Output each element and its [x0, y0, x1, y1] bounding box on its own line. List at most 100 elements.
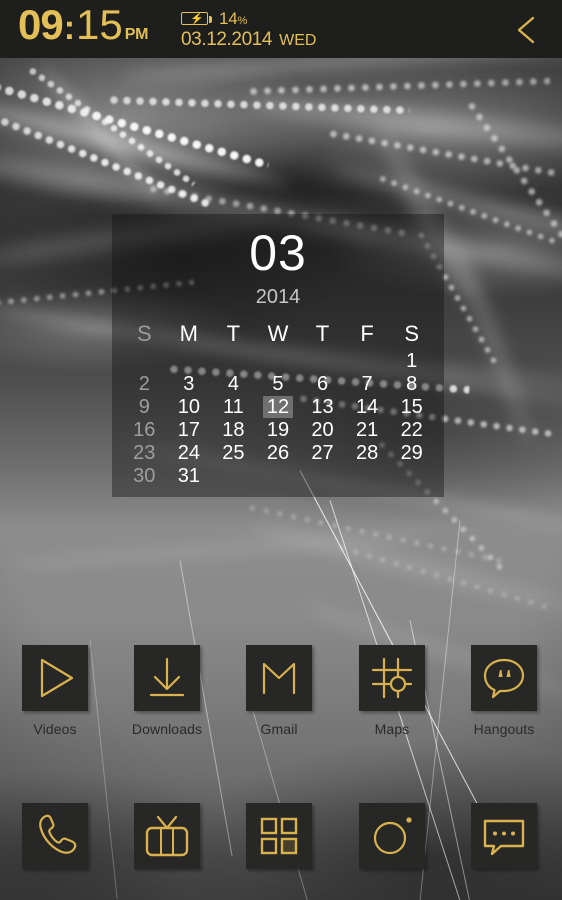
calendar-day-cell[interactable]: 18 [211, 418, 256, 441]
app-icon-camera[interactable] [336, 803, 448, 869]
app-icon-label: Maps [374, 721, 410, 737]
calendar-week-row: 1 [122, 349, 434, 372]
calendar-day-empty [300, 464, 345, 487]
app-icon-maps[interactable]: Maps [336, 645, 448, 737]
calendar-day-cell[interactable]: 16 [122, 418, 167, 441]
calendar-day-number: 19 [266, 418, 290, 441]
home-screen: 09:15 PM ⚡ 14% 03.12.2014 WED 03 2014 SMTW… [0, 0, 562, 900]
calendar-day-cell[interactable]: 9 [122, 395, 167, 418]
calendar-day-number: 1 [406, 349, 418, 372]
calendar-day-cell[interactable]: 15 [389, 395, 434, 418]
calendar-day-number: 11 [223, 395, 244, 418]
calendar-widget[interactable]: 03 2014 SMTWTFS 1 2 3 4 5 6 7 8 9 10 11 12 13 14 15 16 1… [112, 214, 444, 497]
clock-widget[interactable]: 09:15 PM [18, 4, 148, 46]
calendar-year-label: 2014 [255, 286, 301, 308]
calendar-day-number: 21 [355, 418, 379, 441]
maps-grid-pin-icon[interactable] [359, 645, 425, 711]
gmail-m-icon[interactable] [246, 645, 312, 711]
web-strand [248, 520, 562, 615]
play-triangle-icon[interactable] [22, 645, 88, 711]
calendar-day-empty [300, 349, 345, 372]
calendar-day-cell[interactable]: 19 [256, 418, 301, 441]
calendar-weekday-header: F [360, 321, 374, 346]
app-icon-downloads[interactable]: Downloads [111, 645, 223, 737]
status-bar: 09:15 PM ⚡ 14% 03.12.2014 WED [0, 0, 562, 58]
calendar-day-cell[interactable]: 23 [122, 441, 167, 464]
calendar-day-cell[interactable]: 20 [300, 418, 345, 441]
app-drawer-grid-icon[interactable] [246, 803, 312, 869]
calendar-day-cell[interactable]: 3 [167, 372, 212, 395]
calendar-day-cell[interactable]: 28 [345, 441, 390, 464]
calendar-day-empty [256, 349, 301, 372]
calendar-day-cell[interactable]: 22 [389, 418, 434, 441]
dew-bead-row [0, 78, 270, 170]
app-icon-phone[interactable] [0, 803, 111, 869]
app-icon-label: Gmail [260, 721, 298, 737]
calendar-day-number: 13 [311, 395, 334, 418]
calendar-day-cell[interactable]: 11 [211, 395, 256, 418]
calendar-day-cell[interactable]: 21 [345, 418, 390, 441]
app-icon-app-drawer[interactable] [223, 803, 335, 869]
calendar-day-number: 17 [177, 418, 200, 441]
calendar-week-row: 2 3 4 5 6 7 8 [122, 372, 434, 395]
dew-bead-row [109, 96, 410, 115]
calendar-day-number [218, 365, 248, 367]
calendar-day-cell[interactable]: 13 [300, 395, 345, 418]
app-icon-videos[interactable]: Videos [0, 645, 111, 737]
calendar-day-cell[interactable]: 4 [211, 372, 256, 395]
calendar-day-empty [122, 349, 167, 372]
calendar-day-cell[interactable]: 27 [300, 441, 345, 464]
dock-row [0, 803, 562, 878]
calendar-day-number: 15 [400, 395, 423, 418]
calendar-day-number: 23 [133, 441, 156, 464]
calendar-weekday-header: T [226, 321, 241, 346]
calendar-day-number: 14 [355, 395, 379, 418]
television-icon[interactable] [134, 803, 200, 869]
back-chevron-icon[interactable] [512, 14, 542, 46]
calendar-day-cell[interactable]: 25 [211, 441, 256, 464]
calendar-day-cell[interactable]: 17 [167, 418, 212, 441]
app-icon-label: Downloads [131, 721, 203, 737]
battery-charging-icon: ⚡ [181, 11, 213, 27]
camera-lens-icon[interactable] [359, 803, 425, 869]
calendar-day-number: 29 [400, 441, 423, 464]
calendar-day-number: 20 [311, 418, 334, 441]
calendar-weekday-header: S [404, 321, 420, 346]
calendar-grid[interactable]: SMTWTFS 1 2 3 4 5 6 7 8 9 10 11 12 13 14 15 16 17 18 19 20 2… [122, 322, 434, 487]
message-bubble-icon[interactable] [471, 803, 537, 869]
dew-bead-row [339, 545, 553, 611]
app-icon-label: Hangouts [473, 721, 535, 737]
calendar-day-number: 6 [316, 372, 329, 395]
calendar-day-cell[interactable]: 30 [122, 464, 167, 487]
hangouts-speech-bubble-icon[interactable] [471, 645, 537, 711]
calendar-day-cell[interactable]: 7 [345, 372, 390, 395]
calendar-day-number: 7 [361, 372, 373, 395]
calendar-week-row: 9 10 11 12 13 14 15 [122, 395, 434, 418]
calendar-day-cell[interactable]: 1 [389, 349, 434, 372]
calendar-day-cell[interactable]: 2 [122, 372, 167, 395]
calendar-day-number: 4 [227, 372, 239, 395]
app-icon-hangouts[interactable]: Hangouts [448, 645, 560, 737]
calendar-day-cell[interactable]: 14 [345, 395, 390, 418]
dew-bead-row [249, 505, 505, 565]
calendar-day-cell[interactable]: 5 [256, 372, 301, 395]
app-icon-row: Videos Downloads Gmail Maps Hangouts [0, 645, 562, 755]
app-icon-tv[interactable] [111, 803, 223, 869]
calendar-day-cell[interactable]: 12 [256, 395, 301, 418]
calendar-day-empty [345, 464, 390, 487]
calendar-day-number: 31 [177, 464, 200, 487]
calendar-day-cell[interactable]: 8 [389, 372, 434, 395]
calendar-day-cell[interactable]: 6 [300, 372, 345, 395]
app-icon-gmail[interactable]: Gmail [223, 645, 335, 737]
calendar-day-cell[interactable]: 31 [167, 464, 212, 487]
app-icon-messages[interactable] [448, 803, 560, 869]
calendar-day-number [218, 480, 248, 482]
download-arrow-icon[interactable] [134, 645, 200, 711]
calendar-day-empty [211, 349, 256, 372]
phone-handset-icon[interactable] [22, 803, 88, 869]
calendar-day-cell[interactable]: 26 [256, 441, 301, 464]
calendar-weekday-header-row: SMTWTFS [122, 322, 434, 349]
calendar-day-cell[interactable]: 24 [167, 441, 212, 464]
calendar-day-cell[interactable]: 10 [167, 395, 212, 418]
calendar-day-cell[interactable]: 29 [389, 441, 434, 464]
